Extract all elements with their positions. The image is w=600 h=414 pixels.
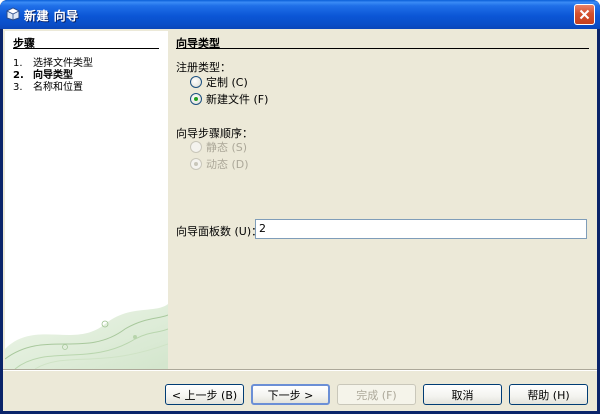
radio-static: 静态 (S) xyxy=(190,140,247,154)
step-item: 3. 名称和位置 xyxy=(13,82,93,94)
back-button[interactable]: < 上一步 (B) xyxy=(165,384,244,405)
step-label: 选择文件类型 xyxy=(33,58,93,69)
step-label: 名称和位置 xyxy=(33,82,83,93)
dialog-body: 步骤 1. 选择文件类型 2. 向导类型 3. 名称和位置 向导类型 注册类型：… xyxy=(3,29,597,411)
title-bar[interactable]: 新建 向导 xyxy=(0,0,600,29)
next-button[interactable]: 下一步 > xyxy=(251,384,330,405)
radio-dynamic-circle xyxy=(190,158,202,170)
finish-button: 完成 (F) xyxy=(337,384,416,405)
radio-custom-circle[interactable] xyxy=(190,76,202,88)
radio-new-file[interactable]: 新建文件 (F) xyxy=(190,92,268,106)
decorative-swirl xyxy=(5,304,168,369)
radio-new-file-circle[interactable] xyxy=(190,93,202,105)
panel-count-label: 向导面板数 (U)： xyxy=(176,225,263,238)
bottom-separator-highlight xyxy=(3,370,597,371)
content-panel: 向导类型 注册类型： 定制 (C) 新建文件 (F) 向导步骤顺序： 静态 (S… xyxy=(168,31,597,369)
registration-type-label: 注册类型： xyxy=(176,61,231,74)
steps-list: 1. 选择文件类型 2. 向导类型 3. 名称和位置 xyxy=(13,58,93,94)
cancel-button[interactable]: 取消 xyxy=(423,384,502,405)
close-button[interactable] xyxy=(574,4,595,25)
radio-static-circle xyxy=(190,141,202,153)
radio-static-label: 静态 (S) xyxy=(206,141,248,154)
help-button[interactable]: 帮助 (H) xyxy=(509,384,588,405)
close-icon xyxy=(579,9,590,20)
step-item-current: 2. 向导类型 xyxy=(13,70,93,82)
radio-custom-label[interactable]: 定制 (C) xyxy=(206,74,248,90)
radio-custom[interactable]: 定制 (C) xyxy=(190,75,248,89)
app-icon xyxy=(6,7,20,21)
step-item: 1. 选择文件类型 xyxy=(13,58,93,70)
steps-divider xyxy=(13,48,159,49)
step-number: 3. xyxy=(13,82,23,93)
panel-count-input[interactable]: 2 xyxy=(255,219,587,239)
section-divider xyxy=(176,48,589,49)
wizard-window: 新建 向导 步骤 1. 选择文件类型 2. 向导类型 3. 名称和位置 向导类型… xyxy=(0,0,600,414)
step-label: 向导类型 xyxy=(33,70,73,81)
steps-panel: 步骤 1. 选择文件类型 2. 向导类型 3. 名称和位置 xyxy=(5,31,168,369)
radio-dynamic-label: 动态 (D) xyxy=(206,158,249,171)
window-title: 新建 向导 xyxy=(24,9,79,23)
step-number: 1. xyxy=(13,58,23,69)
radio-dynamic: 动态 (D) xyxy=(190,157,249,171)
radio-new-file-label[interactable]: 新建文件 (F) xyxy=(206,91,268,107)
step-number: 2. xyxy=(13,70,24,81)
